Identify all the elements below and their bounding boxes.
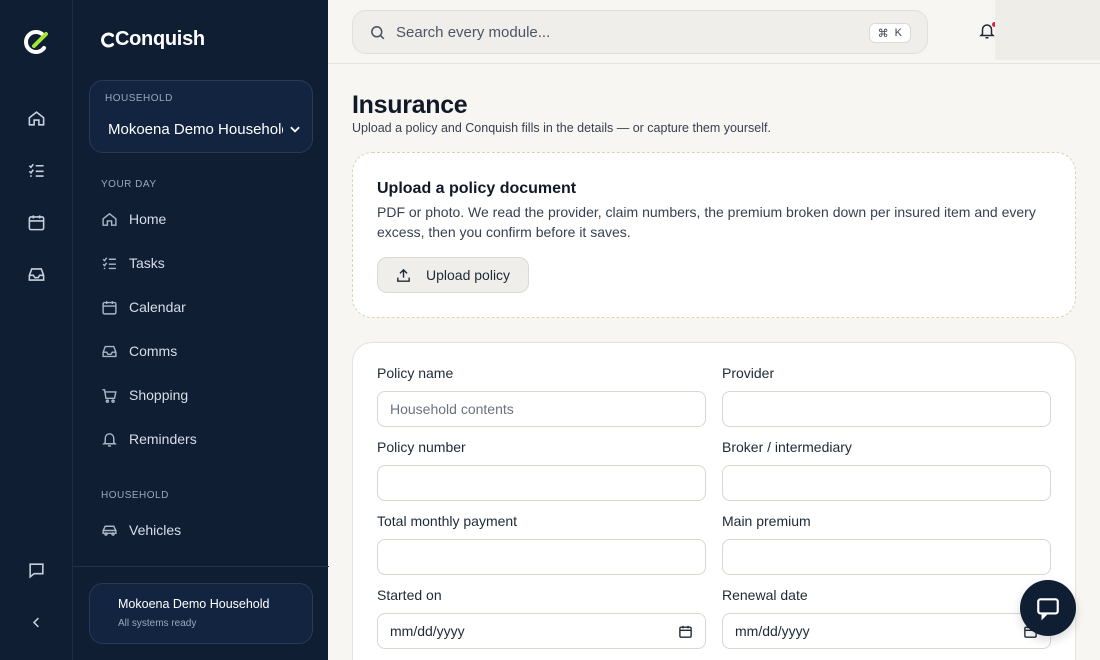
policy-form: Policy name Provider Policy number Broke… (352, 342, 1076, 660)
policy-number-label: Policy number (377, 439, 466, 455)
upload-policy-card: Upload a policy document PDF or photo. W… (352, 152, 1076, 318)
sidebar-item-label: Comms (129, 343, 178, 359)
total-monthly-field: Total monthly payment (377, 513, 707, 575)
household-status-card[interactable]: Mokoena Demo Household All systems ready (89, 583, 313, 644)
sidebar-item-comms[interactable]: Comms (101, 339, 177, 363)
broker-field: Broker / intermediary (722, 439, 1052, 501)
car-icon (102, 525, 117, 536)
chat-bubble-icon (1037, 598, 1059, 621)
global-search[interactable]: ⌘ K (352, 10, 928, 54)
sidebar-item-label: Tasks (129, 255, 165, 271)
sidebar-item-label: Home (129, 211, 167, 227)
policy-number-field: Policy number (377, 439, 707, 501)
started-on-field: Started on mm/dd/yyyy (377, 587, 707, 649)
calendar-icon[interactable] (678, 624, 693, 639)
started-on-date-input[interactable]: mm/dd/yyyy (377, 613, 706, 649)
broker-input[interactable] (722, 465, 1051, 501)
shortcut-hint: ⌘ K (868, 23, 911, 43)
provider-label: Provider (722, 365, 775, 381)
upload-card-description: PDF or photo. We read the provider, clai… (377, 204, 1036, 240)
cart-icon (102, 388, 117, 403)
renewal-date-label: Renewal date (722, 587, 808, 603)
shortcut-key: K (894, 27, 902, 39)
sidebar-item-home[interactable]: Home (101, 207, 166, 231)
renewal-date-value: mm/dd/yyyy (735, 623, 810, 639)
search-icon (371, 25, 385, 39)
provider-field: Provider (722, 365, 1052, 427)
rail-calendar-icon[interactable] (24, 210, 48, 234)
provider-input[interactable] (722, 391, 1051, 427)
bell-icon (102, 432, 117, 447)
sidebar-item-label: Reminders (129, 431, 197, 447)
upload-card-title: Upload a policy document (377, 180, 577, 197)
policy-number-input[interactable] (377, 465, 706, 501)
rail-tasks-icon[interactable] (24, 158, 48, 182)
search-input[interactable] (396, 23, 836, 41)
sidebar-nav: Conquish HOUSEHOLD Mokoena Demo Househol… (72, 0, 329, 660)
calendar-icon (102, 300, 117, 315)
brand[interactable]: Conquish (99, 28, 205, 51)
started-on-value: mm/dd/yyyy (390, 623, 465, 639)
top-bar: ⌘ K (328, 0, 1100, 64)
household-switcher-label: HOUSEHOLD (105, 93, 173, 104)
sidebar-item-vehicles[interactable]: Vehicles (101, 518, 181, 542)
collapse-sidebar-icon[interactable] (24, 610, 48, 634)
page-title: Insurance (352, 91, 468, 119)
brand-name: Conquish (115, 28, 205, 50)
household-switcher-value: Mokoena Demo Household (108, 121, 283, 138)
upload-icon (397, 268, 410, 282)
section-label-your-day: YOUR DAY (101, 179, 157, 190)
main-premium-input[interactable] (722, 539, 1051, 575)
command-key: ⌘ (877, 27, 889, 40)
chevron-down-icon (290, 126, 300, 133)
policy-name-field: Policy name (377, 365, 707, 427)
tasks-icon (102, 256, 116, 269)
sidebar-item-calendar[interactable]: Calendar (101, 295, 186, 319)
user-menu[interactable] (995, 0, 1100, 60)
started-on-label: Started on (377, 587, 442, 603)
total-monthly-label: Total monthly payment (377, 513, 518, 529)
divider (73, 566, 329, 567)
sidebar-item-reminders[interactable]: Reminders (101, 427, 197, 451)
rail-chat-icon[interactable] (24, 558, 48, 582)
status-title: Mokoena Demo Household (118, 597, 270, 611)
conquish-logo-icon[interactable] (22, 28, 50, 56)
broker-label: Broker / intermediary (722, 439, 852, 455)
rail-home-icon[interactable] (24, 106, 48, 130)
policy-name-label: Policy name (377, 365, 454, 381)
main-premium-field: Main premium (722, 513, 1052, 575)
icon-rail (0, 0, 72, 660)
household-switcher[interactable]: HOUSEHOLD Mokoena Demo Household (89, 80, 313, 153)
upload-policy-button[interactable]: Upload policy (377, 257, 529, 293)
status-subtitle: All systems ready (118, 618, 197, 629)
sidebar-item-label: Shopping (129, 387, 189, 403)
renewal-date-field: Renewal date mm/dd/yyyy (722, 587, 1052, 649)
page-subtitle: Upload a policy and Conquish fills in th… (352, 121, 771, 135)
sidebar-item-tasks[interactable]: Tasks (101, 251, 165, 275)
sidebar-item-label: Vehicles (129, 522, 182, 538)
chat-launcher-button[interactable] (1020, 580, 1076, 636)
main-content: Insurance Upload a policy and Conquish f… (328, 64, 1100, 660)
sidebar-item-label: Calendar (129, 299, 186, 315)
sidebar-item-shopping[interactable]: Shopping (101, 383, 188, 407)
total-monthly-input[interactable] (377, 539, 706, 575)
inbox-icon (102, 345, 117, 357)
upload-button-label: Upload policy (426, 267, 511, 283)
rail-inbox-icon[interactable] (24, 262, 48, 286)
section-label-household: HOUSEHOLD (101, 490, 169, 501)
renewal-date-input[interactable]: mm/dd/yyyy (722, 613, 1051, 649)
main-premium-label: Main premium (722, 513, 811, 529)
policy-name-input[interactable] (377, 391, 706, 427)
home-icon (102, 212, 117, 226)
